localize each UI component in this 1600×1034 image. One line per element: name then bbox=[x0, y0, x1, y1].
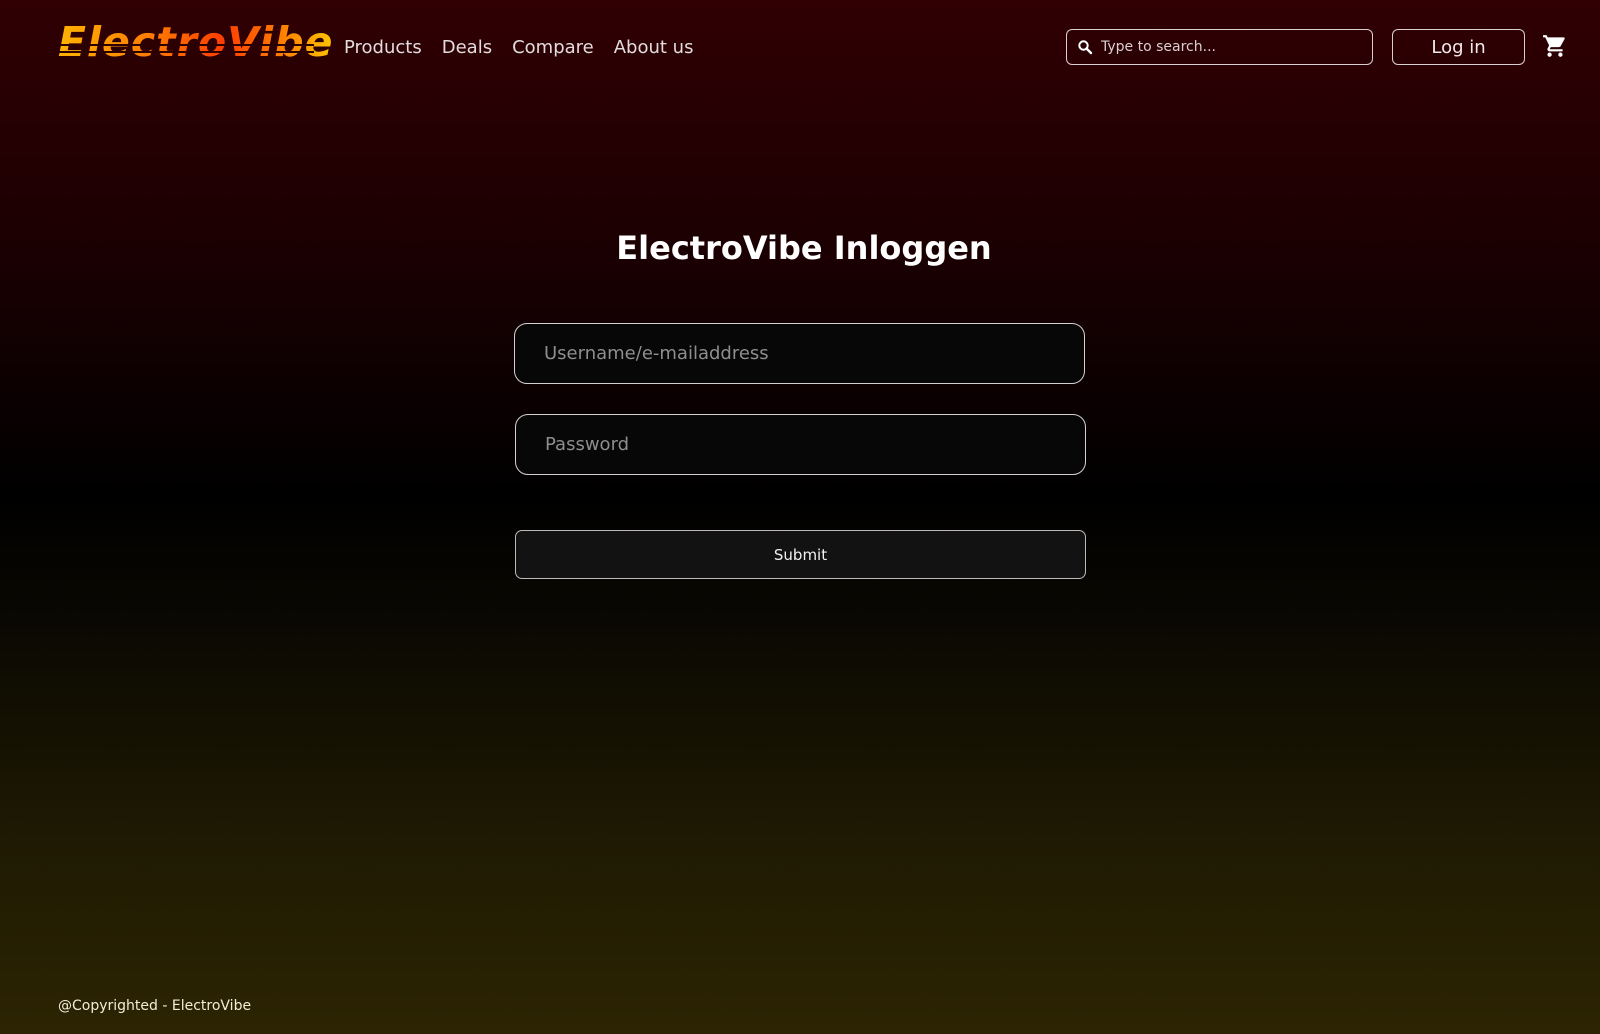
password-input[interactable] bbox=[545, 434, 1085, 455]
search-box[interactable] bbox=[1066, 29, 1373, 65]
search-icon bbox=[1078, 40, 1093, 55]
main-nav: Products Deals Compare About us bbox=[344, 36, 693, 60]
nav-compare[interactable]: Compare bbox=[512, 36, 594, 60]
page-title: ElectroVibe Inloggen bbox=[616, 229, 992, 267]
login-button[interactable]: Log in bbox=[1392, 29, 1525, 65]
site-header: ElectroVibe Products Deals Compare About… bbox=[0, 0, 1600, 96]
username-input[interactable] bbox=[544, 343, 1084, 364]
username-field[interactable] bbox=[514, 323, 1085, 384]
nav-products[interactable]: Products bbox=[344, 36, 422, 60]
electrovibe-logo[interactable]: ElectroVibe bbox=[58, 20, 333, 64]
search-input[interactable] bbox=[1101, 39, 1361, 55]
password-field[interactable] bbox=[515, 414, 1086, 475]
shopping-cart-icon[interactable] bbox=[1542, 33, 1568, 59]
footer-copyright: @Copyrighted - ElectroVibe bbox=[58, 998, 252, 1014]
nav-about-us[interactable]: About us bbox=[614, 36, 694, 60]
nav-deals[interactable]: Deals bbox=[442, 36, 492, 60]
submit-button[interactable]: Submit bbox=[515, 530, 1086, 579]
